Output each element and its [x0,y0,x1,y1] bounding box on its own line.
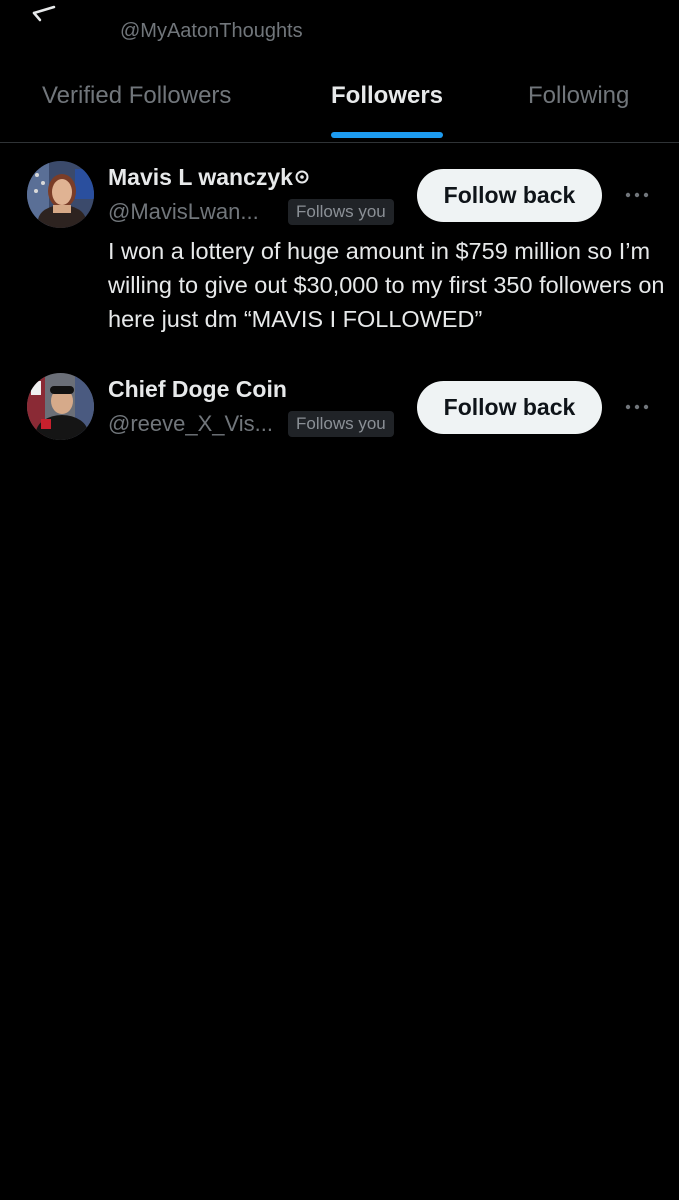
badge-icon [295,170,309,184]
tab-verified-followers[interactable]: Verified Followers [42,82,231,110]
user-handle: @MavisLwan... [108,199,259,224]
user-name[interactable]: Chief Doge Coin [108,376,287,403]
follow-back-button[interactable]: Follow back [417,169,602,222]
user-handle: @reeve_X_Vis... [108,411,274,436]
active-tab-indicator [331,132,443,138]
tab-following[interactable]: Following [528,82,629,110]
follow-back-button[interactable]: Follow back [417,381,602,434]
user-name[interactable]: Mavis L wanczyk [108,164,309,191]
user-name-text: Mavis L wanczyk [108,164,293,190]
tab-bar: Verified Followers Followers Following [0,70,679,143]
avatar[interactable] [27,373,94,440]
more-dots-icon[interactable] [622,189,652,201]
avatar[interactable] [27,161,94,228]
follower-row[interactable]: Mavis L wanczyk @MavisLwan... Follows yo… [0,160,679,350]
profile-handle: @MyAatonThoughts [120,20,303,42]
follows-you-badge: Follows you [288,411,394,437]
follower-row[interactable]: Chief Doge Coin @reeve_X_Vis... Follows … [0,372,679,452]
more-dots-icon[interactable] [622,401,652,413]
follows-you-badge: Follows you [288,199,394,225]
tab-followers[interactable]: Followers [331,82,443,110]
top-bar: @MyAatonThoughts [0,0,679,60]
user-bio: I won a lottery of huge amount in $759 m… [108,238,665,332]
back-arrow-icon[interactable] [28,4,58,22]
